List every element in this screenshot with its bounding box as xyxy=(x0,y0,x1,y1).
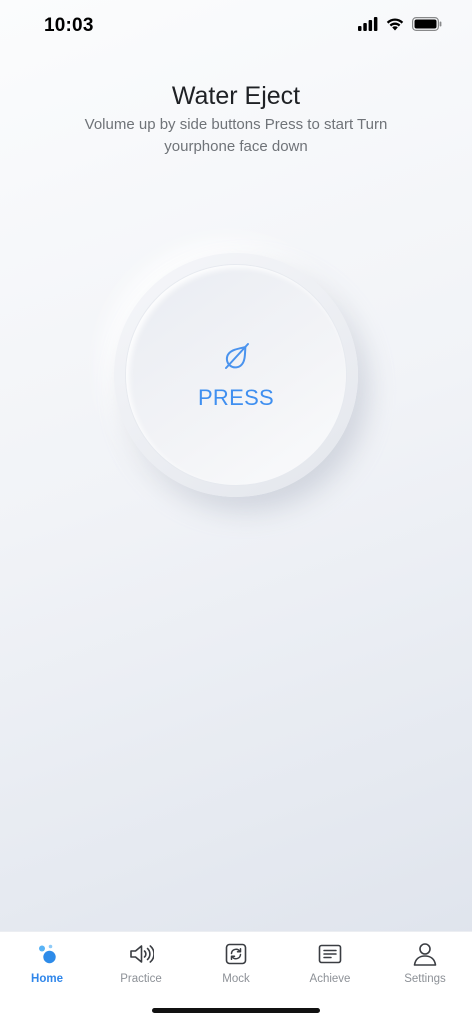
signal-icon xyxy=(358,17,378,31)
water-drop-off-icon xyxy=(225,343,249,369)
speaker-icon xyxy=(130,945,154,963)
document-icon xyxy=(318,944,342,964)
tab-achieve[interactable]: Achieve xyxy=(283,932,377,994)
tab-settings-label: Settings xyxy=(404,973,446,985)
status-time: 10:03 xyxy=(44,15,94,36)
status-icons xyxy=(358,17,442,31)
press-button-ring: PRESS xyxy=(114,253,358,497)
refresh-square-icon xyxy=(225,943,247,965)
press-button[interactable]: PRESS xyxy=(126,265,346,485)
wifi-icon xyxy=(386,18,404,31)
tab-practice[interactable]: Practice xyxy=(94,932,188,994)
tab-home-label: Home xyxy=(31,973,63,985)
status-bar: 10:03 xyxy=(0,0,472,54)
page-subtitle: Volume up by side buttons Press to start… xyxy=(84,116,388,155)
tab-home[interactable]: Home xyxy=(0,932,94,994)
press-label: PRESS xyxy=(197,385,275,410)
page-title: Water Eject xyxy=(171,82,301,110)
tab-settings[interactable]: Settings xyxy=(378,932,472,994)
tab-mock-label: Mock xyxy=(222,973,250,985)
person-icon xyxy=(413,943,437,966)
tab-mock[interactable]: Mock xyxy=(189,932,283,994)
battery-icon xyxy=(412,17,442,31)
tab-achieve-label: Achieve xyxy=(309,973,351,985)
bubbles-icon xyxy=(39,944,56,964)
home-indicator xyxy=(152,1008,320,1013)
tab-practice-label: Practice xyxy=(120,973,162,985)
